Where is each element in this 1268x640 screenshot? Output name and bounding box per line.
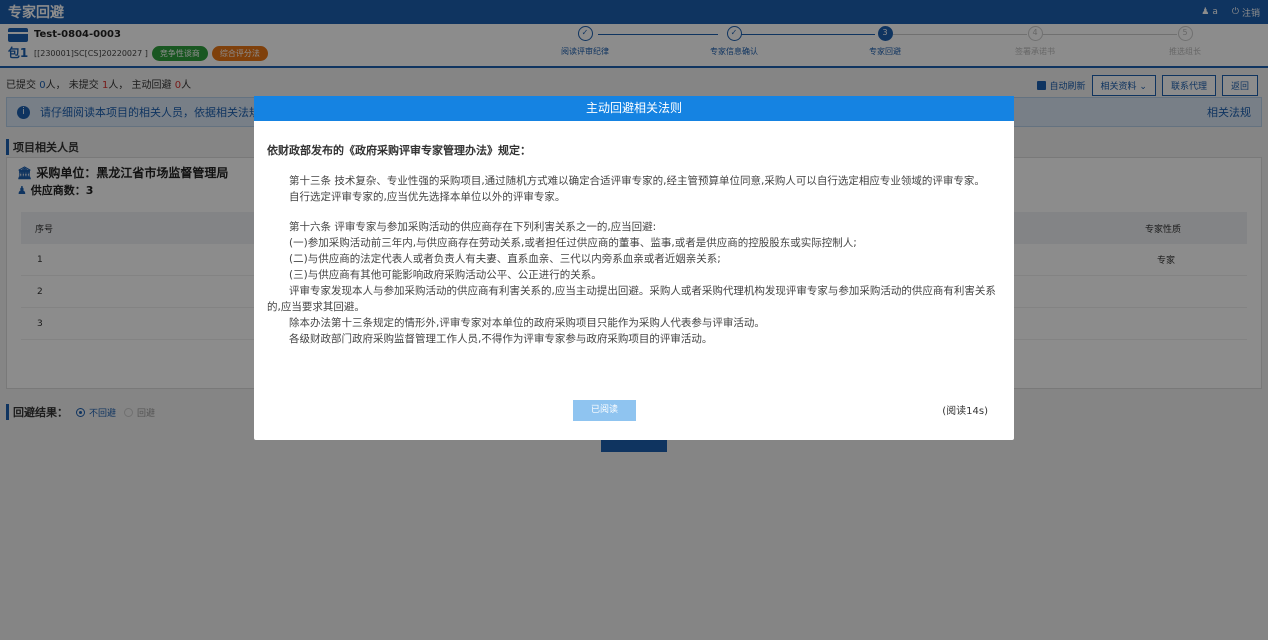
self-report-rule: 评审专家发现本人与参加采购活动的供应商有利害关系的,应当主动提出回避。采购人或者… bbox=[267, 285, 996, 313]
article-16-item: (二)与供应商的法定代表人或者负责人有夫妻、直系血亲、三代以内旁系血亲或者近姻亲… bbox=[289, 253, 721, 265]
article-13: 第十三条 技术复杂、专业性强的采购项目,通过随机方式难以确定合适评审专家的,经主… bbox=[289, 175, 985, 187]
article-13-note: 自行选定评审专家的,应当优先选择本单位以外的评审专家。 bbox=[289, 191, 566, 203]
read-confirm-button[interactable]: 已阅读 bbox=[573, 400, 636, 421]
reading-countdown: (阅读14s) bbox=[942, 406, 988, 417]
dialog-title: 主动回避相关法则 bbox=[254, 96, 1014, 121]
article-16: 第十六条 评审专家与参加采购活动的供应商存在下列利害关系之一的,应当回避: bbox=[289, 221, 657, 233]
exception-rule: 除本办法第十三条规定的情形外,评审专家对本单位的政府采购项目只能作为采购人代表参… bbox=[289, 317, 765, 329]
article-16-item: (三)与供应商有其他可能影响政府采购活动公平、公正进行的关系。 bbox=[289, 269, 602, 281]
dialog-body: 依财政部发布的《政府采购评审专家管理办法》规定： 第十三条 技术复杂、专业性强的… bbox=[254, 121, 1014, 347]
avoidance-rules-dialog: 主动回避相关法则 依财政部发布的《政府采购评审专家管理办法》规定： 第十三条 技… bbox=[254, 96, 1014, 440]
article-16-item: (一)参加采购活动前三年内,与供应商存在劳动关系,或者担任过供应商的董事、监事,… bbox=[289, 237, 857, 249]
dialog-footer: 已阅读 (阅读14s) bbox=[254, 382, 1014, 440]
rules-intro: 依财政部发布的《政府采购评审专家管理办法》规定： bbox=[267, 144, 531, 157]
staff-rule: 各级财政部门政府采购监督管理工作人员,不得作为评审专家参与政府采购项目的评审活动… bbox=[289, 333, 713, 345]
